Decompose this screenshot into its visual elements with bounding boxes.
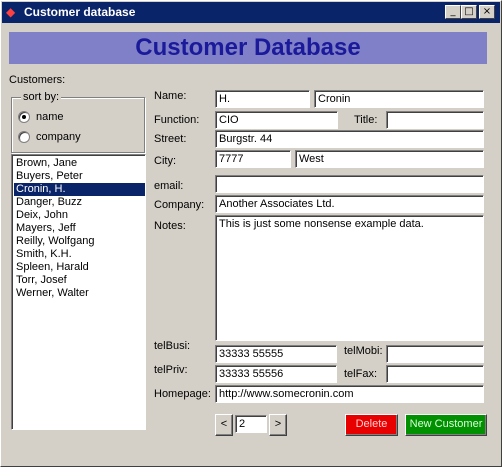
close-button[interactable]: ×	[479, 5, 495, 19]
sort-name-label[interactable]: name	[36, 110, 64, 124]
function-field[interactable]: CIO	[215, 111, 338, 129]
minimize-button[interactable]: _	[445, 5, 461, 19]
homepage-label: Homepage:	[154, 388, 211, 400]
email-field[interactable]	[215, 175, 484, 193]
page-number-field[interactable]: 2	[235, 415, 267, 433]
telfax-field[interactable]	[386, 365, 484, 383]
company-label: Company:	[154, 199, 205, 211]
title-bar[interactable]: ◆ Customer database _ □ ×	[2, 2, 500, 23]
list-item[interactable]: Smith, K.H.	[14, 248, 145, 261]
telpriv-label: telPriv:	[154, 364, 188, 376]
sort-company-radio[interactable]	[18, 131, 30, 143]
sort-company-label[interactable]: company	[36, 130, 81, 144]
list-item[interactable]: Brown, Jane	[14, 157, 145, 170]
list-item[interactable]: Mayers, Jeff	[14, 222, 145, 235]
telbusi-label: telBusi:	[154, 340, 191, 352]
maximize-button[interactable]: □	[461, 5, 477, 19]
email-label: email:	[154, 180, 184, 192]
street-label: Street:	[154, 133, 187, 145]
delete-button[interactable]: Delete	[345, 414, 398, 436]
chevron-right-icon: >	[274, 418, 282, 430]
title-field[interactable]	[386, 111, 484, 129]
list-item[interactable]: Reilly, Wolfgang	[14, 235, 145, 248]
maximize-icon: □	[464, 6, 474, 17]
list-item[interactable]: Spleen, Harald	[14, 261, 145, 274]
function-label: Function:	[154, 114, 200, 126]
list-item[interactable]: Danger, Buzz	[14, 196, 145, 209]
app-icon: ◆	[6, 5, 16, 19]
telmobi-label: telMobi:	[344, 345, 383, 357]
telbusi-field[interactable]: 33333 55555	[215, 345, 337, 363]
company-field[interactable]: Another Associates Ltd.	[215, 195, 484, 213]
window-title: Customer database	[24, 5, 136, 19]
city-field[interactable]: West	[295, 150, 484, 168]
minimize-icon: _	[450, 6, 456, 17]
customer-list[interactable]: Brown, Jane Buyers, Peter Cronin, H. Dan…	[11, 154, 146, 430]
customers-label: Customers:	[9, 74, 66, 86]
homepage-field[interactable]: http://www.somecronin.com	[215, 385, 484, 403]
close-icon: ×	[482, 6, 492, 17]
list-item[interactable]: Buyers, Peter	[14, 170, 145, 183]
next-page-button[interactable]: >	[269, 414, 287, 436]
sort-by-group	[11, 97, 145, 153]
city-label: City:	[154, 155, 176, 167]
list-item-selected[interactable]: Cronin, H.	[14, 183, 145, 196]
title-label: Title:	[354, 114, 378, 126]
notes-label: Notes:	[154, 220, 186, 232]
name-label: Name:	[154, 90, 187, 102]
last-name-field[interactable]: Cronin	[314, 90, 484, 108]
list-item[interactable]: Torr, Josef	[14, 274, 145, 287]
first-name-field[interactable]: H.	[215, 90, 310, 108]
prev-page-button[interactable]: <	[215, 414, 233, 436]
list-item[interactable]: Deix, John	[14, 209, 145, 222]
sort-by-label: sort by:	[21, 90, 62, 104]
telpriv-field[interactable]: 33333 55556	[215, 365, 337, 383]
page-title: Customer Database	[9, 32, 487, 64]
main-window: ◆ Customer database _ □ × Customer Datab…	[0, 0, 502, 467]
chevron-left-icon: <	[220, 418, 228, 430]
zip-field[interactable]: 7777	[215, 150, 291, 168]
sort-name-radio[interactable]	[18, 111, 30, 123]
street-field[interactable]: Burgstr. 44	[215, 130, 484, 148]
telmobi-field[interactable]	[386, 345, 484, 363]
telfax-label: telFax:	[344, 368, 378, 380]
list-item[interactable]: Werner, Walter	[14, 287, 145, 300]
new-customer-button[interactable]: New Customer	[405, 414, 487, 436]
notes-field[interactable]: This is just some nonsense example data.	[215, 215, 484, 341]
